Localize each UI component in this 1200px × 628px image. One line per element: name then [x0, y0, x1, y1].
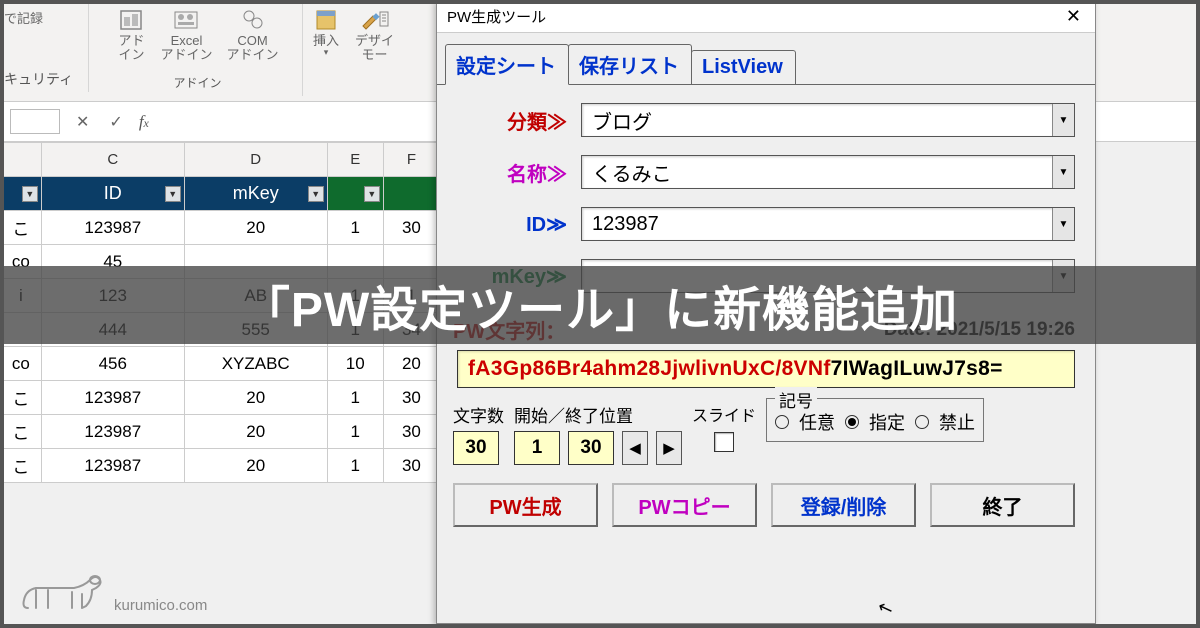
- close-icon[interactable]: ✕: [1060, 6, 1087, 27]
- chevron-down-icon[interactable]: ▼: [1052, 156, 1074, 188]
- fx-icon[interactable]: fx: [139, 112, 149, 132]
- col-header[interactable]: E: [327, 143, 383, 177]
- ribbon-security-label: キュリティ: [4, 69, 73, 94]
- filter-arrow-icon[interactable]: ▼: [22, 186, 38, 202]
- prev-button[interactable]: ◀: [622, 431, 648, 465]
- id-label: ID≫: [485, 212, 567, 237]
- cancel-icon[interactable]: ✕: [72, 112, 93, 132]
- category-label: 分類≫: [485, 106, 567, 135]
- dialog-tabs: 設定シート 保存リスト ListView: [437, 33, 1095, 85]
- overlay-banner: 「PW設定ツール」に新機能追加: [0, 266, 1200, 344]
- pw-output-field[interactable]: fA3Gp86Br4ahm28JjwlivnUxC/8VNf7IWagILuwJ…: [457, 350, 1075, 388]
- table-header-mkey[interactable]: mKey▼: [184, 177, 327, 211]
- chevron-down-icon[interactable]: ▼: [1052, 208, 1074, 240]
- length-input[interactable]: 30: [453, 431, 499, 465]
- tab-settings-sheet[interactable]: 設定シート: [445, 44, 569, 85]
- table-row: こ12398720130: [1, 381, 440, 415]
- tab-save-list[interactable]: 保存リスト: [568, 44, 692, 84]
- excel-addin-icon: [171, 6, 201, 34]
- generate-button[interactable]: PW生成: [453, 483, 598, 527]
- insert-button[interactable]: 挿入 ▾: [307, 6, 345, 61]
- category-combo[interactable]: ブログ ▼: [581, 103, 1075, 137]
- insert-icon: [311, 6, 341, 34]
- design-mode-icon: [360, 6, 390, 34]
- chevron-down-icon[interactable]: ▼: [1052, 104, 1074, 136]
- col-header[interactable]: D: [184, 143, 327, 177]
- pos-label: 開始／終了位置: [514, 402, 633, 427]
- filter-arrow-icon[interactable]: ▼: [308, 186, 324, 202]
- dog-icon: [18, 570, 106, 614]
- filter-arrow-icon[interactable]: ▼: [364, 186, 380, 202]
- watermark-text: kurumico.com: [114, 597, 207, 614]
- table-header-cell[interactable]: ▼: [327, 177, 383, 211]
- addin-button[interactable]: アド イン: [112, 6, 150, 61]
- end-input[interactable]: 30: [568, 431, 614, 465]
- excel-addin-button[interactable]: Excel アドイン: [156, 6, 216, 61]
- register-delete-button[interactable]: 登録/削除: [771, 483, 916, 527]
- table-row: こ12398720130: [1, 211, 440, 245]
- table-row: co456XYZABC1020: [1, 347, 440, 381]
- radio-spec[interactable]: [845, 415, 859, 429]
- slide-checkbox[interactable]: [714, 432, 734, 452]
- radio-any[interactable]: [775, 415, 789, 429]
- ribbon-record-label: で記録: [4, 2, 43, 27]
- exit-button[interactable]: 終了: [930, 483, 1075, 527]
- name-combo[interactable]: くるみこ ▼: [581, 155, 1075, 189]
- watermark: kurumico.com: [18, 570, 207, 614]
- design-mode-button[interactable]: デザイ モー: [351, 6, 398, 61]
- id-combo[interactable]: 123987 ▼: [581, 207, 1075, 241]
- com-addin-icon: [238, 6, 268, 34]
- col-header[interactable]: F: [383, 143, 439, 177]
- table-row: こ12398720130: [1, 415, 440, 449]
- col-header[interactable]: C: [41, 143, 184, 177]
- com-addin-button[interactable]: COM アドイン: [223, 6, 283, 61]
- dialog-titlebar[interactable]: PW生成ツール ✕: [437, 1, 1095, 33]
- ribbon-addin-group-label: アドイン: [173, 74, 221, 94]
- next-button[interactable]: ▶: [656, 431, 682, 465]
- symbol-legend: 記号: [775, 387, 817, 412]
- name-box[interactable]: [10, 109, 60, 134]
- table-header-cell[interactable]: [383, 177, 439, 211]
- copy-button[interactable]: PWコピー: [612, 483, 757, 527]
- enter-icon[interactable]: ✓: [105, 112, 126, 132]
- name-label: 名称≫: [485, 158, 567, 187]
- radio-forbid[interactable]: [915, 415, 929, 429]
- tab-listview[interactable]: ListView: [691, 50, 796, 84]
- symbol-group: 記号 任意 指定 禁止: [766, 398, 984, 442]
- dialog-title: PW生成ツール: [447, 6, 546, 27]
- addin-icon: [116, 6, 146, 34]
- table-header-cell[interactable]: ▼: [1, 177, 42, 211]
- table-header-id[interactable]: ID▼: [41, 177, 184, 211]
- table-row: こ12398720130: [1, 449, 440, 483]
- length-label: 文字数: [453, 402, 504, 427]
- slide-label: スライド: [692, 402, 756, 426]
- start-input[interactable]: 1: [514, 431, 560, 465]
- filter-arrow-icon[interactable]: ▼: [165, 186, 181, 202]
